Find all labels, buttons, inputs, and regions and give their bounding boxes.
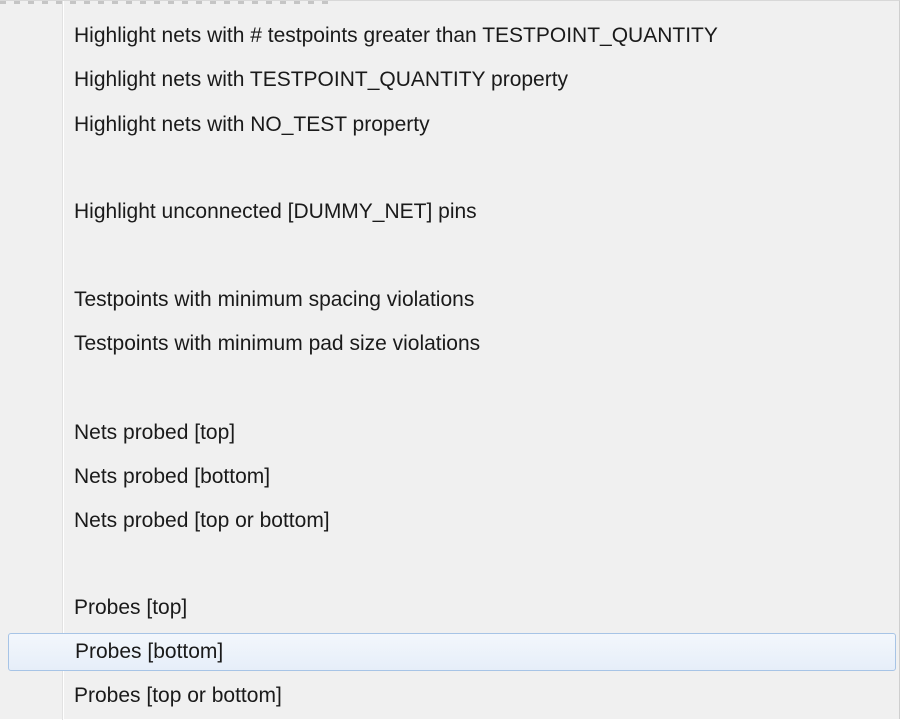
menu-item-highlight-nets-no-test-property[interactable]: Highlight nets with NO_TEST property bbox=[8, 106, 896, 144]
menu-item-label: Nets probed [top or bottom] bbox=[74, 509, 330, 532]
menu-item-label: Highlight unconnected [DUMMY_NET] pins bbox=[74, 200, 477, 223]
menu-top-edge bbox=[0, 1, 330, 4]
menu-item-label: Nets probed [top] bbox=[74, 421, 236, 444]
menu-item-label: Testpoints with minimum pad size violati… bbox=[74, 332, 481, 355]
context-menu: Highlight nets with # testpoints greater… bbox=[0, 0, 900, 720]
menu-item-probes-bottom[interactable]: Probes [bottom] bbox=[8, 633, 896, 671]
menu-item-probes-top[interactable]: Probes [top] bbox=[8, 589, 896, 627]
menu-item-testpoints-min-spacing-violations[interactable]: Testpoints with minimum spacing violatio… bbox=[8, 281, 896, 319]
menu-item-testpoints-min-pad-size-violations[interactable]: Testpoints with minimum pad size violati… bbox=[8, 325, 896, 363]
menu-item-label: Highlight nets with # testpoints greater… bbox=[74, 24, 718, 47]
menu-item-highlight-unconnected-dummy-net-pins[interactable]: Highlight unconnected [DUMMY_NET] pins bbox=[8, 193, 896, 231]
menu-item-label: Highlight nets with TESTPOINT_QUANTITY p… bbox=[74, 68, 569, 91]
menu-item-nets-probed-top[interactable]: Nets probed [top] bbox=[8, 414, 896, 452]
menu-item-label: Probes [top] bbox=[74, 596, 188, 619]
menu-item-highlight-nets-testpoints-greater[interactable]: Highlight nets with # testpoints greater… bbox=[8, 17, 896, 55]
menu-item-label: Probes [bottom] bbox=[75, 640, 224, 663]
menu-item-probes-top-or-bottom[interactable]: Probes [top or bottom] bbox=[8, 677, 896, 715]
menu-item-label: Highlight nets with NO_TEST property bbox=[74, 113, 430, 136]
menu-item-nets-probed-bottom[interactable]: Nets probed [bottom] bbox=[8, 458, 896, 496]
menu-item-nets-probed-top-or-bottom[interactable]: Nets probed [top or bottom] bbox=[8, 502, 896, 540]
menu-item-label: Testpoints with minimum spacing violatio… bbox=[74, 288, 475, 311]
menu-item-label: Probes [top or bottom] bbox=[74, 684, 282, 707]
menu-item-label: Nets probed [bottom] bbox=[74, 465, 271, 488]
menu-item-highlight-nets-testpoint-quantity-property[interactable]: Highlight nets with TESTPOINT_QUANTITY p… bbox=[8, 61, 896, 99]
